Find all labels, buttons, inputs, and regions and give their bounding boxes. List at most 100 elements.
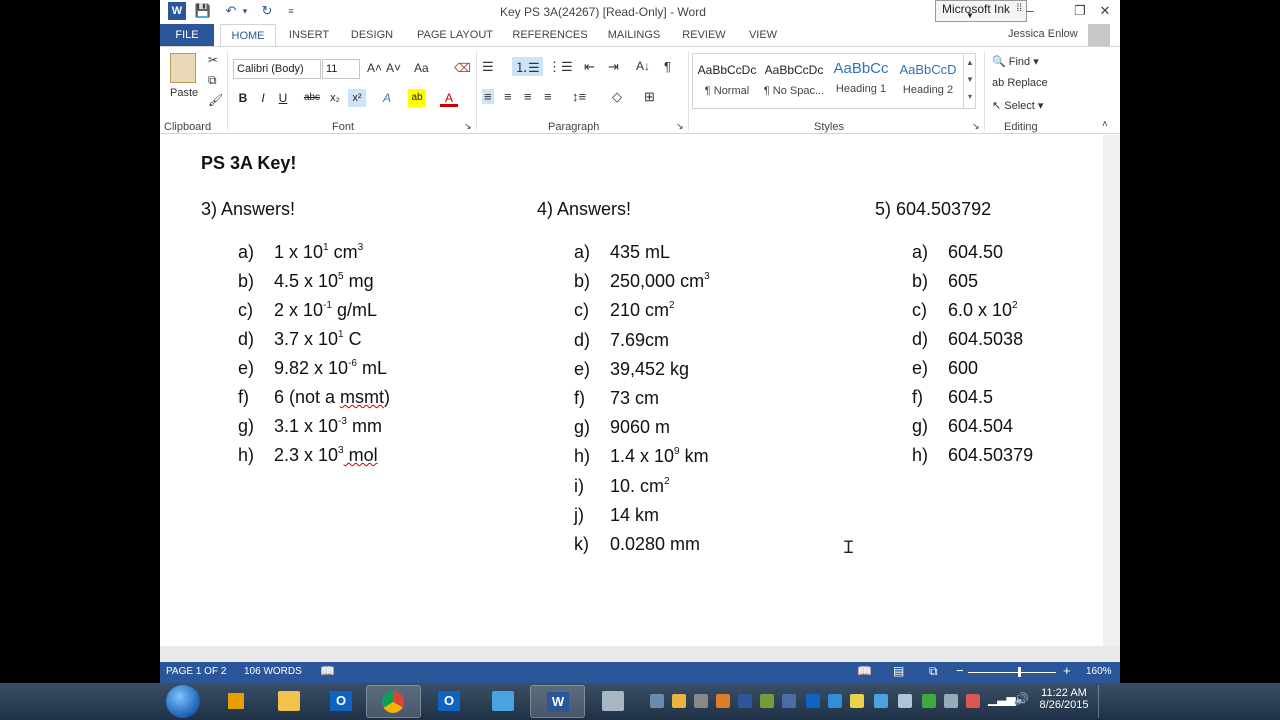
user-name[interactable]: Jessica Enlow <box>1008 28 1078 40</box>
style-normal[interactable]: AaBbCcDc ¶ Normal <box>694 57 760 103</box>
borders-icon[interactable]: ⊞ <box>644 89 655 105</box>
align-right-icon[interactable]: ≡ <box>524 89 532 104</box>
zoom-level[interactable]: 160% <box>1086 666 1112 677</box>
align-center-icon[interactable]: ≡ <box>504 89 512 104</box>
subscript-button[interactable]: x₂ <box>326 89 344 107</box>
change-case-icon[interactable]: Aa <box>414 61 429 75</box>
tab-page-layout[interactable]: PAGE LAYOUT <box>412 24 498 46</box>
style-heading-2[interactable]: AaBbCcD Heading 2 <box>895 57 961 103</box>
tray-icon[interactable] <box>898 694 912 708</box>
font-color-button[interactable]: A <box>440 89 458 107</box>
font-size-select[interactable]: 11 <box>322 59 360 79</box>
zoom-out-button[interactable]: − <box>956 663 964 678</box>
justify-icon[interactable]: ≡ <box>544 89 552 104</box>
avatar[interactable] <box>1088 24 1110 46</box>
paragraph-dialog-launcher-icon[interactable]: ↘ <box>676 121 684 132</box>
style-no-spacing[interactable]: AaBbCcDc ¶ No Spac... <box>761 57 827 103</box>
line-spacing-icon[interactable]: ↕≡ <box>572 89 586 104</box>
tray-icon[interactable] <box>738 694 752 708</box>
grow-font-icon[interactable]: A˄ <box>367 61 382 75</box>
tab-insert[interactable]: INSERT <box>282 24 336 46</box>
tab-file[interactable]: FILE <box>160 24 214 46</box>
align-left-icon[interactable]: ≡ <box>482 89 494 104</box>
read-mode-icon[interactable]: 📖 <box>857 664 872 678</box>
find-button[interactable]: 🔍 Find ▾ <box>992 55 1039 68</box>
page-count[interactable]: PAGE 1 OF 2 <box>166 666 226 677</box>
font-name-select[interactable]: Calibri (Body) <box>233 59 321 79</box>
tray-icon[interactable] <box>944 694 958 708</box>
tray-icon[interactable] <box>650 694 664 708</box>
taskbar-network[interactable] <box>586 685 641 718</box>
bullets-icon[interactable]: ☰ <box>482 59 494 75</box>
tab-mailings[interactable]: MAILINGS <box>602 24 666 46</box>
web-layout-icon[interactable]: ⧉ <box>929 664 938 679</box>
undo-dropdown-icon[interactable]: ▾ <box>236 2 254 20</box>
tray-icon[interactable] <box>874 694 888 708</box>
paste-button[interactable]: Paste <box>170 87 198 99</box>
signal-icon[interactable]: ▁▃▅ <box>988 692 1016 706</box>
italic-button[interactable]: I <box>254 89 272 107</box>
clear-formatting-icon[interactable]: ⌫ <box>454 61 471 75</box>
tray-icon[interactable] <box>694 694 708 708</box>
zoom-slider[interactable] <box>968 672 1056 673</box>
tab-home[interactable]: HOME <box>220 24 276 46</box>
vertical-scrollbar[interactable] <box>1103 135 1120 646</box>
numbering-icon[interactable]: ⒈☰ <box>512 57 543 76</box>
tray-icon[interactable] <box>716 694 730 708</box>
taskbar-apps[interactable] <box>210 685 265 718</box>
taskbar-outlook-2[interactable]: O <box>422 685 477 718</box>
tab-design[interactable]: DESIGN <box>346 24 398 46</box>
text-effects-button[interactable]: A <box>378 89 396 107</box>
font-dialog-launcher-icon[interactable]: ↘ <box>464 121 472 132</box>
customize-qat-icon[interactable]: ≡ <box>282 2 300 20</box>
taskbar-word[interactable]: W <box>530 685 585 718</box>
word-count[interactable]: 106 WORDS <box>244 666 302 677</box>
zoom-in-button[interactable]: + <box>1063 663 1071 678</box>
show-desktop-button[interactable] <box>1098 685 1119 718</box>
bold-button[interactable]: B <box>234 89 252 107</box>
underline-button[interactable]: U <box>274 89 292 107</box>
increase-indent-icon[interactable]: ⇥ <box>608 59 619 75</box>
proofing-icon[interactable]: 📖 <box>320 664 335 678</box>
print-layout-icon[interactable]: ▤ <box>893 664 904 678</box>
tray-icon[interactable] <box>828 694 842 708</box>
tab-references[interactable]: REFERENCES <box>512 24 588 46</box>
highlight-button[interactable]: ab <box>408 89 426 107</box>
tray-icon[interactable] <box>922 694 936 708</box>
format-painter-icon[interactable]: 🖌 <box>208 93 223 107</box>
styles-scroll[interactable]: ▲ ▼ ▾ <box>963 54 976 108</box>
redo-icon[interactable]: ↻ <box>258 2 276 20</box>
shrink-font-icon[interactable]: A˅ <box>386 61 401 75</box>
collapse-ribbon-icon[interactable]: ˄ <box>1102 119 1108 130</box>
paste-icon[interactable] <box>170 53 196 83</box>
zoom-slider-thumb[interactable] <box>1018 667 1021 677</box>
taskbar-chrome[interactable] <box>366 685 421 718</box>
sort-icon[interactable]: A↓ <box>636 59 650 73</box>
close-button[interactable]: ✕ <box>1090 0 1120 22</box>
taskbar-outlook[interactable]: O <box>314 685 369 718</box>
tray-icon[interactable] <box>672 694 686 708</box>
clock[interactable]: 11:22 AM 8/26/2015 <box>1036 687 1092 711</box>
taskbar-explorer[interactable] <box>262 685 317 718</box>
show-hide-pilcrow-icon[interactable]: ¶ <box>664 59 671 74</box>
shading-icon[interactable]: ◇ <box>612 89 622 105</box>
start-button-icon[interactable] <box>166 685 200 718</box>
tray-icon[interactable] <box>850 694 864 708</box>
copy-icon[interactable]: ⧉ <box>208 73 217 88</box>
styles-dialog-launcher-icon[interactable]: ↘ <box>972 121 980 132</box>
tray-icon[interactable] <box>806 694 820 708</box>
decrease-indent-icon[interactable]: ⇤ <box>584 59 595 75</box>
multilevel-list-icon[interactable]: ⋮☰ <box>548 59 573 75</box>
tray-icon[interactable] <box>966 694 980 708</box>
tray-icon[interactable] <box>760 694 774 708</box>
strikethrough-button[interactable]: abc <box>300 89 324 107</box>
style-heading-1[interactable]: AaBbCc Heading 1 <box>828 57 894 103</box>
select-button[interactable]: ↖ Select ▾ <box>992 99 1043 112</box>
microsoft-ink-button[interactable]: Microsoft Ink ⁞⁞ ▼ <box>935 0 1027 22</box>
save-icon[interactable]: 💾 <box>194 2 212 20</box>
superscript-button[interactable]: x² <box>348 89 366 107</box>
taskbar-journal[interactable] <box>476 685 531 718</box>
minimize-button[interactable]: – <box>1015 0 1045 22</box>
replace-button[interactable]: ab Replace <box>992 77 1048 89</box>
volume-icon[interactable]: 🔊 <box>1014 692 1029 706</box>
